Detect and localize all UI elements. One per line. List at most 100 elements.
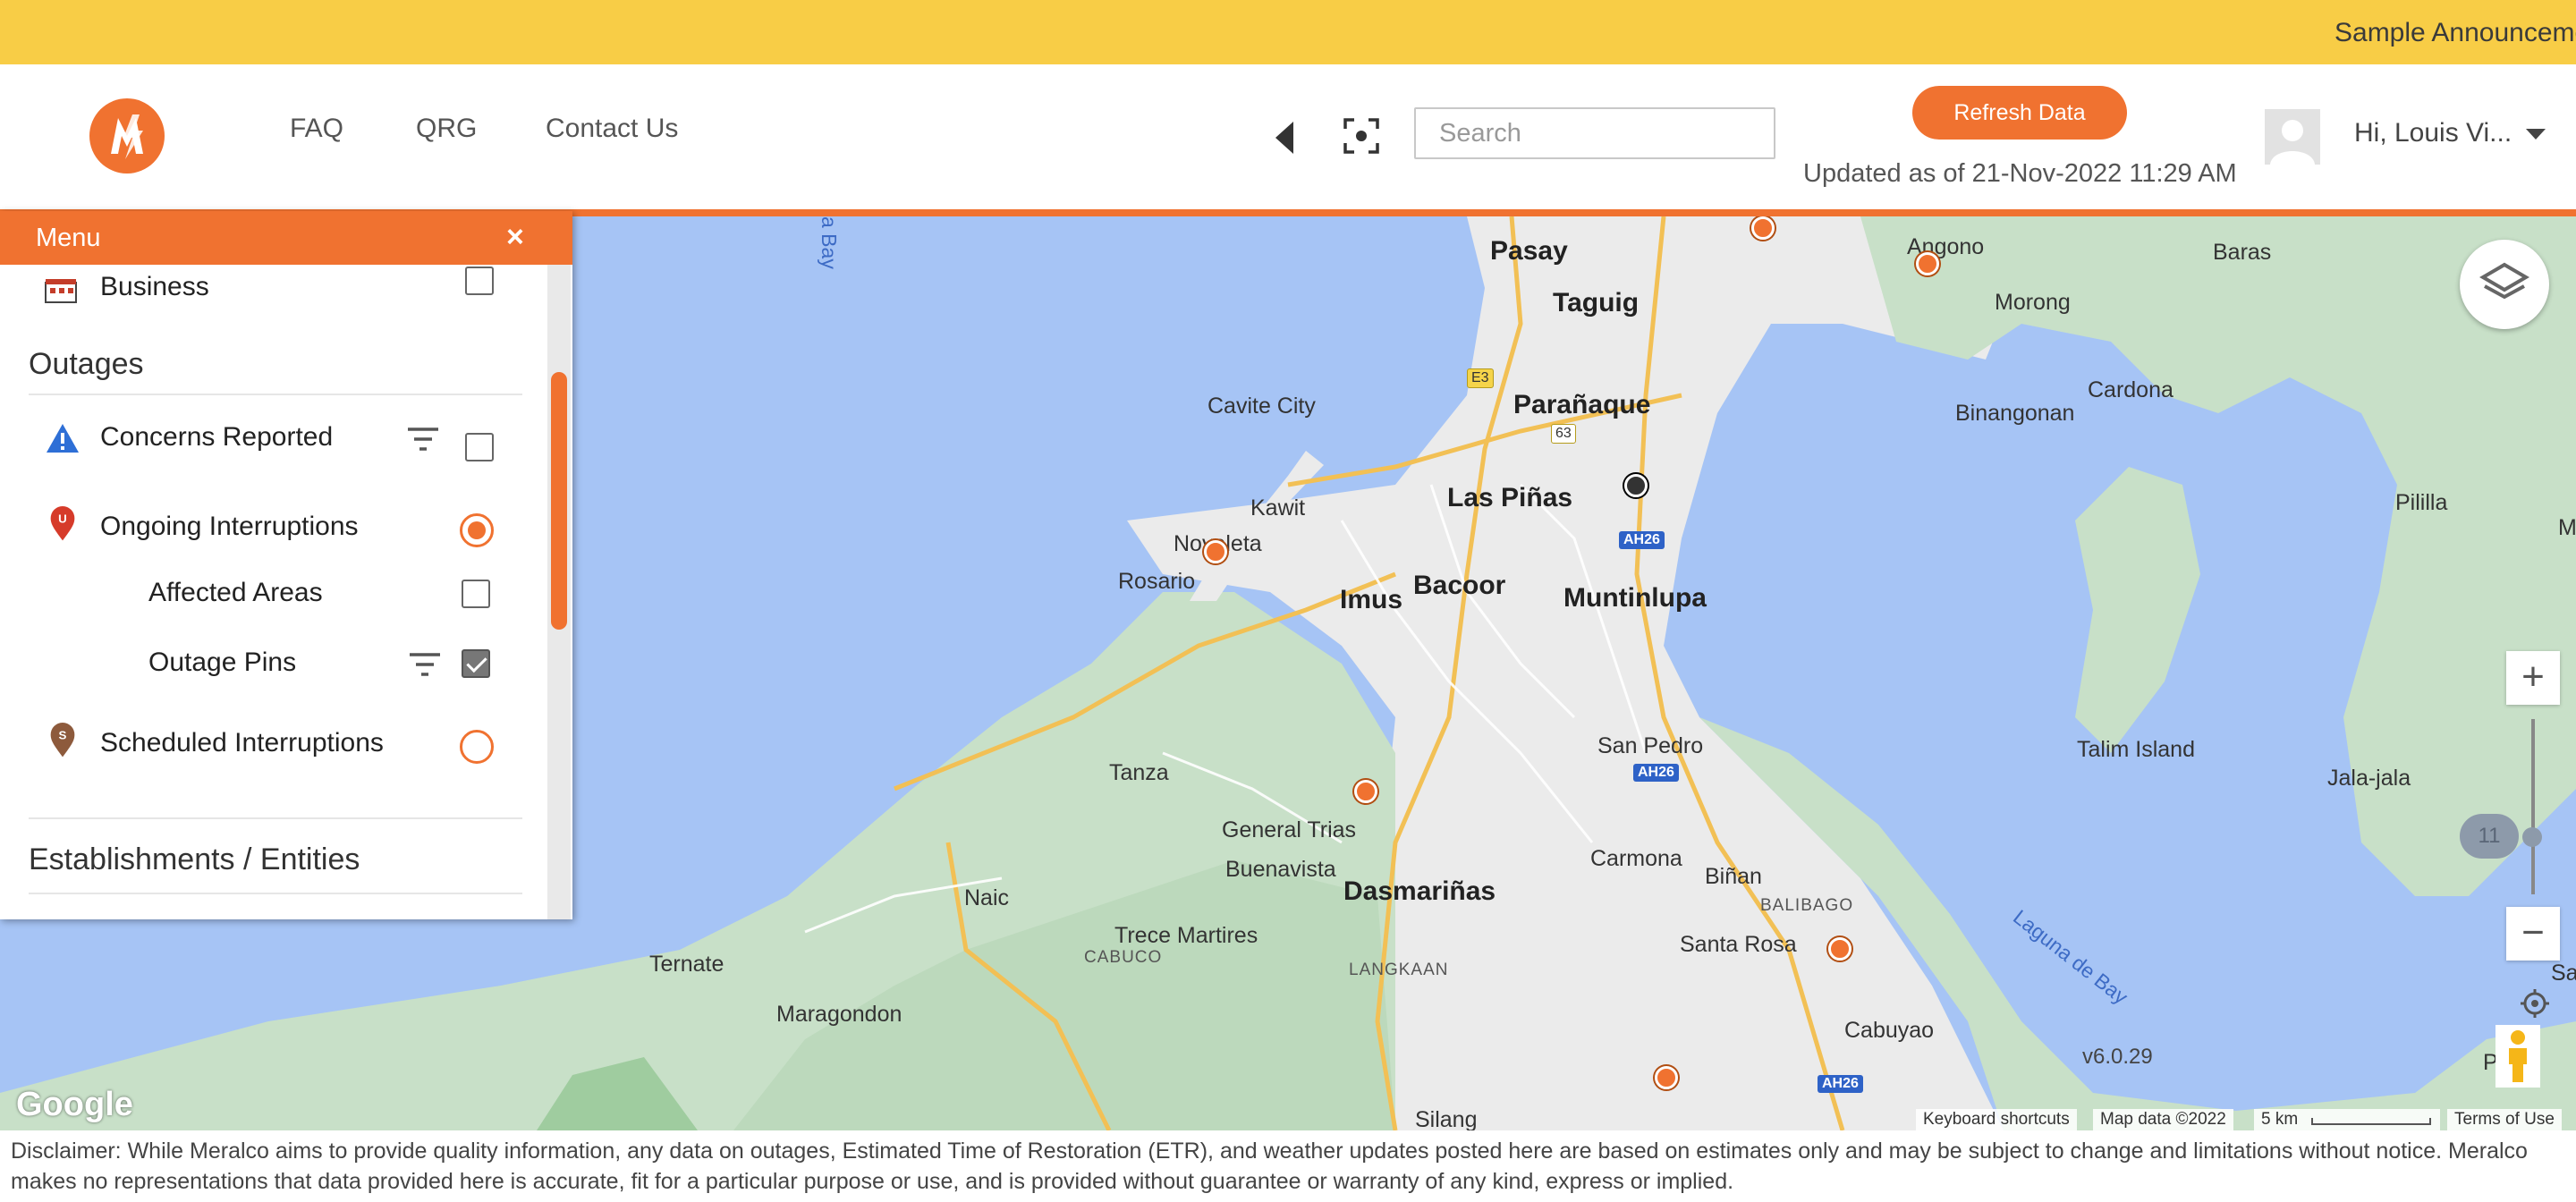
scale-label: 5 km (2261, 1110, 2299, 1129)
nav-faq[interactable]: FAQ (290, 114, 343, 144)
meralco-logo[interactable] (88, 97, 166, 175)
place-label: San Pedro (1597, 733, 1704, 758)
section-divider (29, 394, 522, 395)
place-label: CABUCO (1084, 948, 1163, 967)
chevron-down-icon[interactable] (2526, 129, 2546, 140)
road-shield: AH26 (1619, 531, 1665, 549)
nav-contact-us[interactable]: Contact Us (546, 114, 678, 144)
place-label: Silang (1415, 1107, 1478, 1130)
ongoing-icon-letter: U (58, 512, 67, 525)
filter-icon[interactable] (408, 651, 442, 678)
nav-qrg[interactable]: QRG (416, 114, 477, 144)
place-label: Kawit (1250, 495, 1306, 521)
section-divider (29, 817, 522, 819)
road-shield: AH26 (1633, 764, 1679, 782)
place-label: Taguig (1553, 288, 1640, 317)
zoom-slider-track[interactable] (2531, 719, 2535, 894)
outages-section-title: Outages (29, 347, 144, 381)
ongoing-interruption-icon: U (50, 506, 75, 541)
zoom-level-badge[interactable]: 11 (2460, 814, 2519, 859)
menu-body: Business Outages Concerns Reported U Ong… (0, 265, 546, 919)
business-checkbox[interactable] (465, 267, 494, 295)
layers-icon (2479, 262, 2529, 300)
focus-center-icon[interactable] (1343, 118, 1379, 154)
terms-of-use-link[interactable]: Terms of Use (2447, 1109, 2562, 1130)
disclaimer-text: Disclaimer: While Meralco aims to provid… (11, 1139, 2528, 1194)
water-label: a Bay (818, 216, 841, 269)
scheduled-interruption-icon: S (50, 723, 75, 758)
place-label: Santa Rosa (1680, 932, 1797, 957)
announcement-bar: Sample Announcement (0, 0, 2576, 64)
zoom-slider-knob[interactable] (2522, 827, 2542, 847)
establishments-section-title: Establishments / Entities (29, 842, 360, 876)
place-label: Bacoor (1413, 571, 1506, 600)
place-label: Pasay (1490, 236, 1568, 266)
filter-icon[interactable] (406, 426, 440, 453)
version-label: v6.0.29 (2082, 1045, 2153, 1069)
place-label: Las Piñas (1447, 483, 1573, 512)
place-label: Cardona (2088, 377, 2174, 402)
place-label: Ternate (649, 952, 724, 977)
place-label: Rosario (1118, 569, 1196, 594)
scheduled-interruptions-label: Scheduled Interruptions (100, 728, 384, 758)
user-icon (2270, 120, 2315, 165)
updated-timestamp: Updated as of 21-Nov-2022 11:29 AM (1803, 159, 2237, 188)
refresh-data-button[interactable]: Refresh Data (1912, 86, 2127, 140)
keyboard-shortcuts-link[interactable]: Keyboard shortcuts (1916, 1109, 2077, 1130)
place-label: Baras (2213, 240, 2272, 265)
outage-pin[interactable] (1655, 1066, 1678, 1089)
menu-scrollbar[interactable] (547, 265, 571, 919)
avatar[interactable] (2265, 109, 2320, 165)
pegman-button[interactable] (2496, 1025, 2540, 1088)
affected-areas-label: Affected Areas (148, 578, 323, 607)
scale-line (2311, 1118, 2431, 1125)
outage-pin[interactable] (1916, 252, 1939, 275)
zoom-in-button[interactable]: + (2506, 651, 2560, 705)
locate-icon[interactable] (2519, 987, 2551, 1020)
place-label: Jala-jala (2327, 766, 2411, 791)
business-icon (45, 279, 77, 303)
ongoing-interruptions-label: Ongoing Interruptions (100, 512, 359, 541)
collapse-left-icon[interactable] (1275, 122, 1293, 154)
scheduled-icon-letter: S (59, 728, 67, 741)
header: FAQ QRG Contact Us Refresh Data Updated … (0, 64, 2576, 209)
affected-areas-checkbox[interactable] (462, 580, 490, 608)
place-label: Naic (964, 885, 1010, 910)
layers-button[interactable] (2460, 240, 2549, 329)
ongoing-interruptions-radio[interactable] (460, 513, 494, 547)
outage-pin[interactable] (1751, 216, 1775, 240)
place-label: Imus (1340, 585, 1403, 614)
place-label: Talim Island (2077, 737, 2195, 762)
concerns-reported-checkbox[interactable] (465, 433, 494, 461)
map-data-label: Map data ©2022 (2093, 1109, 2233, 1130)
business-label: Business (100, 272, 209, 301)
outage-pin[interactable] (1624, 474, 1648, 497)
menu-panel: Menu × Business Outages Concerns Reporte… (0, 211, 572, 919)
place-label: Biñan (1705, 864, 1762, 889)
place-label: Tanza (1109, 760, 1169, 785)
place-label: Buenavista (1225, 857, 1336, 882)
place-label: Morong (1995, 290, 2071, 315)
place-label: Muntinlupa (1563, 583, 1707, 613)
place-label: General Trias (1222, 817, 1357, 842)
road-shield: E3 (1467, 368, 1494, 388)
outage-pin[interactable] (1354, 780, 1377, 803)
scrollbar-thumb[interactable] (551, 372, 567, 630)
user-greeting[interactable]: Hi, Louis Vi... (2354, 118, 2512, 148)
place-label: Binangonan (1955, 401, 2075, 426)
search-input[interactable] (1414, 107, 1775, 159)
zoom-out-button[interactable]: − (2506, 907, 2560, 961)
place-label: Cavite City (1208, 394, 1316, 419)
outage-pins-label: Outage Pins (148, 648, 297, 677)
place-label: Sa (2551, 961, 2576, 986)
place-label: Cabuyao (1844, 1018, 1935, 1043)
place-label: M (2558, 515, 2576, 540)
place-label: Carmona (1590, 846, 1682, 871)
close-icon[interactable]: × (506, 220, 524, 255)
place-label: Trece Martires (1114, 923, 1258, 948)
outage-pin[interactable] (1828, 937, 1852, 961)
pegman-icon (2509, 1030, 2527, 1082)
scheduled-interruptions-radio[interactable] (460, 730, 494, 764)
outage-pins-checkbox[interactable] (462, 649, 490, 678)
outage-pin[interactable] (1204, 540, 1227, 563)
